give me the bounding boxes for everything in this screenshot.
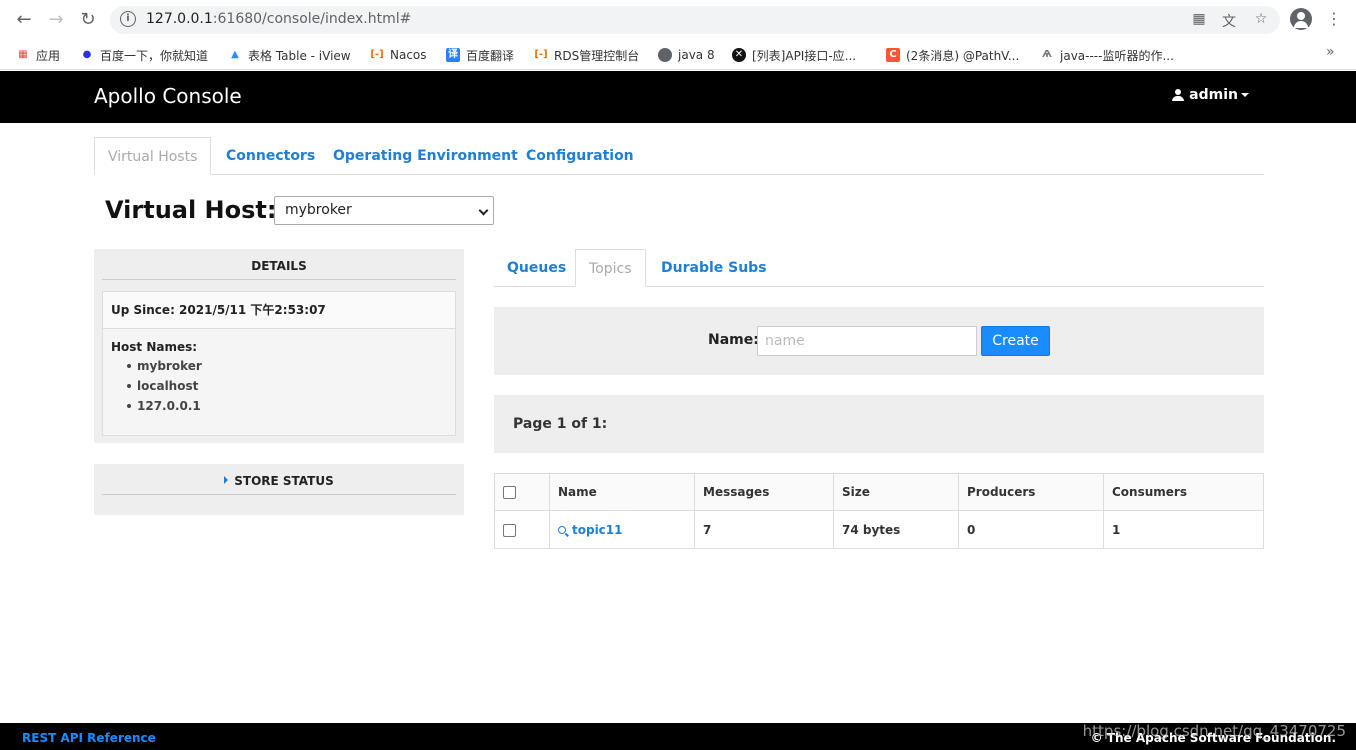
- bookmarks-more-icon[interactable]: »: [1326, 44, 1335, 60]
- address-url[interactable]: 127.0.0.1:61680/console/index.html#: [146, 11, 411, 27]
- producers-cell: 0: [958, 510, 1104, 549]
- col-header-consumers[interactable]: Consumers: [1103, 473, 1264, 511]
- store-status-title: STORE STATUS: [234, 474, 334, 488]
- tab-configuration[interactable]: Configuration: [513, 137, 647, 175]
- host-names-label: Host Names:: [111, 340, 198, 354]
- apps-grid-icon: ▦: [18, 49, 28, 60]
- bookmark-csdn[interactable]: C (2条消息) @PathV...: [886, 45, 1019, 65]
- topics-table: Name Messages Size Producers Consumers t…: [494, 473, 1264, 549]
- store-status-panel: STORE STATUS: [94, 464, 464, 515]
- bookmark-star-icon[interactable]: ☆: [1252, 11, 1270, 27]
- back-arrow-icon[interactable]: ←: [12, 8, 36, 32]
- baidu-paw-icon: ●: [82, 49, 92, 60]
- details-panel: DETAILS Up Since: 2021/5/11 下午2:53:07 Ho…: [94, 249, 464, 443]
- virtual-host-label: Virtual Host:: [105, 196, 277, 224]
- aliyun-logo-icon: [-]: [370, 49, 384, 60]
- browser-menu-icon[interactable]: ⋮: [1326, 8, 1342, 30]
- virtual-host-selected: mybroker: [285, 202, 352, 218]
- bookmarks-bar: ▦ 应用 ● 百度一下，你就知道 ▲ 表格 Table - iView [-] Naco…: [0, 40, 1356, 70]
- bookmark-baidu[interactable]: ● 百度一下，你就知道: [80, 45, 208, 65]
- app-brand[interactable]: Apollo Console: [94, 84, 242, 108]
- create-topic-bar: Name: Create: [494, 307, 1264, 375]
- tab-virtual-hosts[interactable]: Virtual Hosts: [94, 137, 212, 175]
- pager-text: Page 1 of 1:: [513, 416, 608, 432]
- bookmark-api-list[interactable]: ✕ [列表]API接口-应...: [732, 45, 856, 65]
- aliyun-logo-icon: [-]: [534, 49, 548, 60]
- details-title: DETAILS: [102, 249, 456, 280]
- bookmark-java8[interactable]: java 8: [658, 45, 715, 65]
- csdn-logo-icon: C: [886, 48, 900, 62]
- create-button[interactable]: Create: [981, 326, 1050, 356]
- user-icon: [1172, 89, 1185, 101]
- rest-api-reference-link[interactable]: REST API Reference: [22, 731, 156, 745]
- user-menu[interactable]: admin: [1172, 87, 1249, 103]
- listener-logo-icon: Ѧ: [1042, 49, 1052, 60]
- table-header-row: Name Messages Size Producers Consumers: [494, 473, 1264, 511]
- tab-durable-subs[interactable]: Durable Subs: [648, 249, 780, 287]
- name-label: Name:: [708, 332, 759, 348]
- zoom-in-icon: [558, 525, 566, 534]
- bookmark-nacos[interactable]: [-] Nacos: [370, 45, 426, 65]
- site-info-icon[interactable]: i: [120, 11, 136, 27]
- tab-topics[interactable]: Topics: [575, 249, 646, 287]
- iview-logo-icon: ▲: [231, 49, 239, 60]
- forward-arrow-icon[interactable]: →: [44, 8, 68, 32]
- topic-link[interactable]: topic11: [558, 523, 623, 537]
- size-cell: 74 bytes: [833, 510, 959, 549]
- user-name: admin: [1189, 87, 1238, 103]
- browser-toolbar: ← → ↻ i 127.0.0.1:61680/console/index.ht…: [0, 0, 1356, 40]
- select-all-checkbox[interactable]: [503, 486, 516, 499]
- virtual-host-select[interactable]: mybroker: [274, 196, 494, 225]
- consumers-cell: 1: [1103, 510, 1264, 549]
- translate-icon[interactable]: 文: [1220, 11, 1238, 31]
- host-name-item: 127.0.0.1: [127, 396, 455, 416]
- address-bar[interactable]: i 127.0.0.1:61680/console/index.html# ▦ …: [110, 6, 1280, 34]
- tab-connectors[interactable]: Connectors: [213, 137, 328, 175]
- row-checkbox[interactable]: [503, 523, 516, 537]
- select-all-cell: [494, 473, 550, 511]
- topic-name-input[interactable]: [757, 326, 977, 356]
- bookmark-java-listener[interactable]: Ѧjava----监听器的作...: [1040, 45, 1174, 65]
- caret-right-icon: [224, 476, 229, 484]
- table-row: topic11 7 74 bytes 0 1: [494, 510, 1264, 549]
- details-box: Up Since: 2021/5/11 下午2:53:07 Host Names…: [102, 291, 456, 436]
- api-logo-icon: ✕: [732, 48, 746, 62]
- up-since: Up Since: 2021/5/11 下午2:53:07: [103, 292, 455, 329]
- caret-down-icon: [1241, 93, 1249, 97]
- topic-name-cell: topic11: [549, 510, 695, 549]
- store-status-toggle[interactable]: STORE STATUS: [102, 464, 456, 495]
- tab-operating-environment[interactable]: Operating Environment: [320, 137, 531, 175]
- main-tabs: Virtual Hosts Connectors Operating Envir…: [94, 137, 1264, 175]
- watermark: https://blog.csdn.net/qq_43470725: [1082, 722, 1346, 740]
- reload-icon[interactable]: ↻: [76, 8, 100, 32]
- bookmark-rds[interactable]: [-] RDS管理控制台: [534, 45, 639, 65]
- bookmark-iview[interactable]: ▲ 表格 Table - iView: [228, 45, 350, 65]
- col-header-producers[interactable]: Producers: [958, 473, 1104, 511]
- bookmark-apps[interactable]: ▦ 应用: [16, 45, 60, 65]
- pager-bar: Page 1 of 1:: [494, 395, 1264, 453]
- messages-cell: 7: [694, 510, 834, 549]
- tab-queues[interactable]: Queues: [494, 249, 579, 287]
- chevron-down-icon: [478, 205, 489, 216]
- globe-icon: [658, 48, 672, 62]
- host-name-item: mybroker: [127, 356, 455, 376]
- col-header-messages[interactable]: Messages: [694, 473, 834, 511]
- sub-tabs: Queues Topics Durable Subs: [494, 249, 1264, 287]
- row-select-cell: [494, 510, 550, 549]
- app-header: Apollo Console admin: [0, 71, 1356, 123]
- col-header-name[interactable]: Name: [549, 473, 695, 511]
- qr-code-icon[interactable]: ▦: [1190, 11, 1208, 27]
- profile-avatar-icon[interactable]: [1290, 8, 1312, 30]
- host-names-list: mybroker localhost 127.0.0.1: [103, 356, 455, 416]
- translate-logo-icon: 译: [446, 48, 460, 62]
- col-header-size[interactable]: Size: [833, 473, 959, 511]
- bookmark-baidu-translate[interactable]: 译百度翻译: [446, 45, 514, 65]
- host-name-item: localhost: [127, 376, 455, 396]
